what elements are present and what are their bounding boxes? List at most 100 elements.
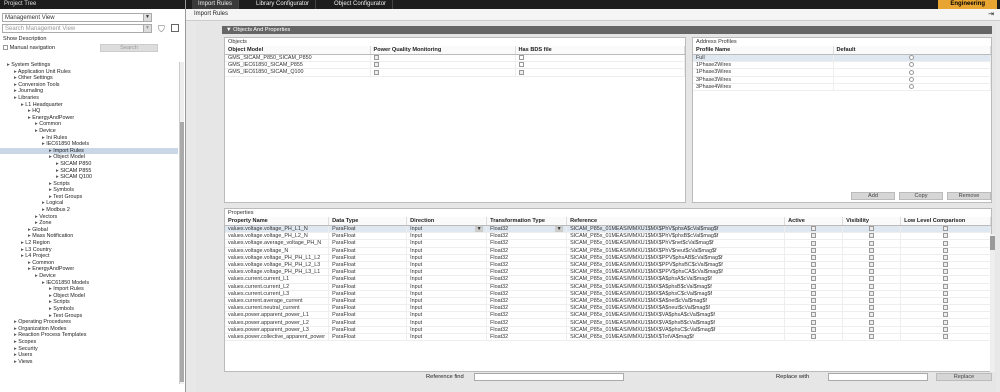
default-radio[interactable] (909, 76, 915, 82)
tree-node[interactable]: ▸ Object Model (0, 154, 178, 161)
search-button[interactable]: Search (100, 44, 158, 52)
search-input[interactable]: Search Management View ▼ (2, 24, 152, 33)
tab-import-rules[interactable]: Import Rules (192, 0, 240, 9)
tree-node[interactable]: ▸ Ini Rules (0, 135, 178, 142)
default-radio[interactable] (909, 69, 915, 75)
tree-node[interactable]: ▸ Conversion Tools (0, 82, 178, 89)
default-radio[interactable] (909, 62, 915, 68)
property-active-checkbox[interactable] (811, 333, 817, 339)
property-lowlevel-checkbox[interactable] (943, 333, 949, 339)
tree-node[interactable]: ▸ Logical (0, 200, 178, 207)
property-active-checkbox[interactable] (811, 283, 817, 289)
tree-node[interactable]: ▸ IEC61850 Models (0, 280, 178, 287)
pqm-checkbox[interactable] (373, 62, 379, 68)
property-lowlevel-checkbox[interactable] (943, 326, 949, 332)
tree-node[interactable]: ▸ Text Groups (0, 194, 178, 201)
view-select[interactable]: Management View ▼ (2, 13, 152, 22)
replace-with-input[interactable] (828, 373, 928, 381)
property-lowlevel-checkbox[interactable] (943, 276, 949, 282)
props-col-reference[interactable]: Reference (566, 217, 786, 226)
tree-node[interactable]: ▸ Mass Notification (0, 233, 178, 240)
property-active-checkbox[interactable] (811, 290, 817, 296)
props-col-transformation[interactable]: Transformation Type (486, 217, 568, 226)
property-active-checkbox[interactable] (811, 247, 817, 253)
tree-node[interactable]: ▸ SICAM P855 (0, 168, 178, 175)
tree-node[interactable]: ▸ Import Rules (0, 147, 178, 155)
tree-node[interactable]: ▸ L4 Project (0, 253, 178, 260)
default-radio[interactable] (909, 83, 915, 89)
reference-find-input[interactable] (474, 373, 624, 381)
property-lowlevel-checkbox[interactable] (943, 283, 949, 289)
property-lowlevel-checkbox[interactable] (943, 233, 949, 239)
manual-navigation-checkbox[interactable] (3, 45, 8, 51)
tree-node[interactable]: ▸ Vectors (0, 214, 178, 221)
property-row[interactable]: values.voltage.voltage_PH_PH_L3_L1 ParaFl… (225, 268, 991, 277)
property-active-checkbox[interactable] (811, 305, 817, 311)
property-visibility-checkbox[interactable] (869, 305, 875, 311)
property-lowlevel-checkbox[interactable] (943, 269, 949, 275)
tree-node[interactable]: ▸ Reaction Process Templates (0, 332, 178, 339)
property-visibility-checkbox[interactable] (869, 333, 875, 339)
tree-node[interactable]: ▸ Device (0, 128, 178, 135)
chevron-down-icon[interactable]: ▼ (143, 14, 151, 21)
tree-node[interactable]: ▸ Modbus 2 (0, 207, 178, 214)
property-row[interactable]: values.current.current_L2 ParaFloat Input F… (225, 283, 991, 291)
props-col-active[interactable]: Active (784, 217, 844, 226)
property-lowlevel-checkbox[interactable] (943, 240, 949, 246)
property-visibility-checkbox[interactable] (869, 290, 875, 296)
property-lowlevel-checkbox[interactable] (943, 254, 949, 260)
chevron-down-icon[interactable]: ▼ (475, 226, 484, 232)
tree-node[interactable]: ▸ Scripts (0, 181, 178, 188)
property-active-checkbox[interactable] (811, 326, 817, 332)
property-active-checkbox[interactable] (811, 269, 817, 275)
tree-node[interactable]: ▸ Operating Procedures (0, 319, 178, 326)
profile-row[interactable]: 1Phase2Wires (693, 61, 991, 70)
property-lowlevel-checkbox[interactable] (943, 312, 949, 318)
property-row[interactable]: values.voltage.average_voltage_PH_N ParaF… (225, 239, 991, 248)
tree-node[interactable]: ▸ EnergyAndPower (0, 115, 178, 122)
mode-badge[interactable]: Engineering (938, 0, 997, 9)
objects-row[interactable]: GMS_IEC61850_SICAM_Q100 (225, 68, 685, 77)
property-visibility-checkbox[interactable] (869, 269, 875, 275)
objects-col-bds[interactable]: Has BDS file (515, 46, 685, 55)
property-active-checkbox[interactable] (811, 226, 817, 232)
tree-node[interactable]: ▸ Other Settings (0, 75, 178, 82)
profiles-col-name[interactable]: Profile Name (693, 46, 834, 55)
property-visibility-checkbox[interactable] (869, 283, 875, 289)
property-lowlevel-checkbox[interactable] (943, 262, 949, 268)
property-visibility-checkbox[interactable] (869, 312, 875, 318)
property-row[interactable]: values.power.apparent_power_L3 ParaFloat I… (225, 326, 991, 334)
property-visibility-checkbox[interactable] (869, 254, 875, 260)
property-row[interactable]: values.voltage.voltage_PH_L1_N ParaFloat I… (225, 225, 991, 234)
tab-library-configurator[interactable]: Library Configurator (250, 0, 317, 9)
bds-checkbox[interactable] (518, 69, 524, 75)
layout-icon[interactable] (171, 24, 179, 32)
property-lowlevel-checkbox[interactable] (943, 305, 949, 311)
profile-row[interactable]: 1Phase3Wires (693, 68, 991, 77)
property-visibility-checkbox[interactable] (869, 319, 875, 325)
property-row[interactable]: values.current.neutral_current ParaFloat I… (225, 304, 991, 313)
property-row[interactable]: values.voltage.voltage_PH_L2_N ParaFloat I… (225, 232, 991, 241)
props-col-direction[interactable]: Direction (406, 217, 488, 226)
tree-node[interactable]: ▸ Device (0, 273, 178, 280)
tree-node[interactable]: ▸ Common (0, 121, 178, 128)
replace-button[interactable]: Replace (936, 373, 992, 381)
pqm-checkbox[interactable] (373, 55, 379, 61)
section-header[interactable]: ▼ Objects And Properties (222, 26, 992, 34)
manual-navigation-option[interactable]: Manual navigation (3, 45, 55, 51)
tree-scrollbar[interactable] (179, 62, 184, 384)
property-visibility-checkbox[interactable] (869, 326, 875, 332)
chevron-down-icon[interactable]: ▼ (143, 25, 151, 32)
scrollbar-thumb[interactable] (990, 236, 995, 250)
property-active-checkbox[interactable] (811, 233, 817, 239)
tree-node[interactable]: ▸ Object Model (0, 293, 178, 300)
remove-button[interactable]: Remove (947, 192, 991, 200)
property-visibility-checkbox[interactable] (869, 298, 875, 304)
pqm-checkbox[interactable] (373, 69, 379, 75)
property-active-checkbox[interactable] (811, 240, 817, 246)
property-row[interactable]: values.voltage.voltage_N ParaFloat Input Fl… (225, 247, 991, 255)
tree-node[interactable]: ▸ Views (0, 359, 178, 366)
tree-node[interactable]: ▸ Zone (0, 220, 178, 227)
scrollbar-thumb[interactable] (180, 122, 184, 382)
properties-scrollbar[interactable] (990, 234, 995, 372)
